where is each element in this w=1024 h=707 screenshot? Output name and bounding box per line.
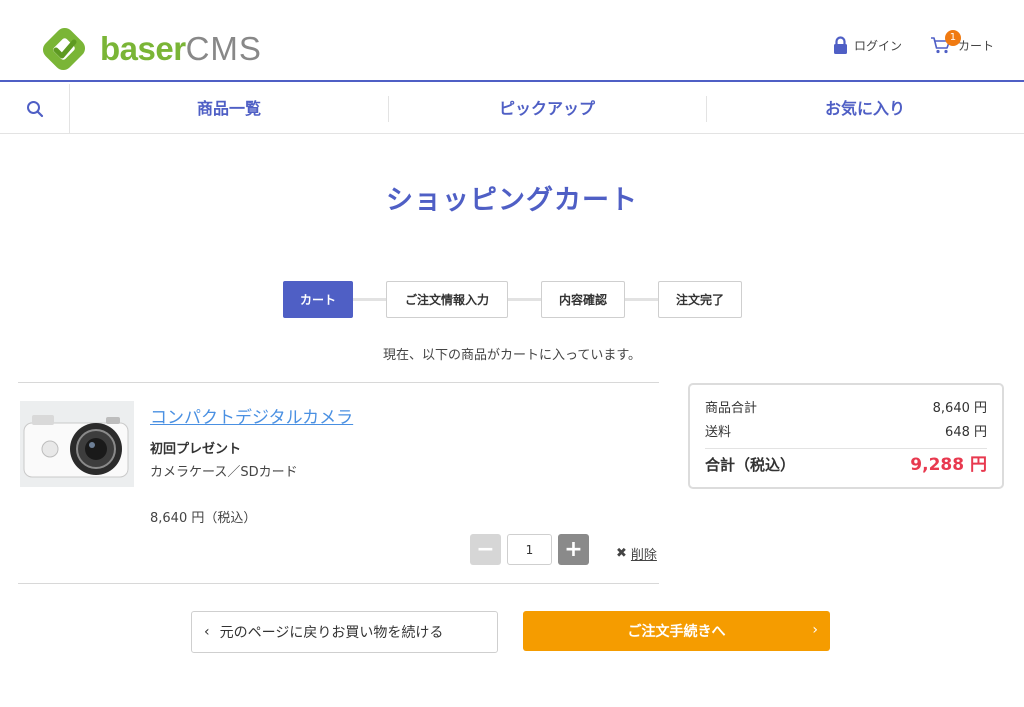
- step-connector: [508, 298, 541, 301]
- total-value: 9,288 円: [910, 455, 987, 475]
- page-title: ショッピングカート: [386, 185, 638, 216]
- product-option-value: カメラケース／SDカード: [150, 465, 298, 480]
- summary-row-shipping: 送料 648 円: [705, 421, 987, 445]
- step-complete: 注文完了: [658, 281, 742, 318]
- logo-word-a: baser: [100, 30, 186, 67]
- product-option-title: 初回プレゼント: [150, 442, 242, 457]
- quantity-stepper: − +: [470, 534, 589, 565]
- product-name-link[interactable]: コンパクトデジタルカメラ: [150, 403, 353, 428]
- plus-icon: +: [564, 537, 583, 562]
- subtotal-label: 商品合計: [705, 401, 758, 416]
- summary-row-subtotal: 商品合計 8,640 円: [705, 397, 987, 421]
- cart-item-list: コンパクトデジタルカメラ 初回プレゼント カメラケース／SDカード 8,640 …: [18, 382, 659, 584]
- lock-icon: [833, 36, 847, 54]
- header-links: ログイン 1 カート: [805, 30, 994, 54]
- chevron-right-icon: ›: [812, 622, 818, 638]
- order-summary: 商品合計 8,640 円 送料 648 円 合計（税込） 9,288 円: [688, 383, 1004, 489]
- product-price: 8,640 円（税込）: [150, 511, 257, 526]
- step-connector: [625, 298, 658, 301]
- nav-item-pickup[interactable]: ピックアップ: [388, 95, 706, 122]
- quantity-decrease-button[interactable]: −: [470, 534, 501, 565]
- continue-shopping-label: 元のページに戻りお買い物を続ける: [219, 625, 444, 641]
- search-button[interactable]: [0, 84, 70, 134]
- step-confirm: 内容確認: [541, 281, 625, 318]
- proceed-checkout-button[interactable]: ご注文手続きへ ›: [523, 611, 830, 651]
- shipping-value: 648 円: [945, 425, 987, 440]
- nav-item-products[interactable]: 商品一覧: [70, 96, 388, 122]
- subtotal-value: 8,640 円: [932, 401, 987, 416]
- nav-items: 商品一覧 ピックアップ お気に入り: [70, 84, 1024, 133]
- proceed-checkout-label: ご注文手続きへ: [627, 624, 726, 640]
- camera-image-icon: [20, 401, 134, 487]
- site-logo[interactable]: baserCMS: [38, 26, 262, 72]
- cart-intro-text: 現在、以下の商品がカートに入っています。: [382, 348, 642, 363]
- cart-link[interactable]: 1 カート: [930, 30, 994, 54]
- delete-label: 削除: [630, 548, 657, 563]
- summary-row-total: 合計（税込） 9,288 円: [705, 448, 987, 480]
- product-image[interactable]: [20, 401, 134, 487]
- logo-mark-icon: [42, 27, 86, 71]
- minus-icon: −: [476, 537, 495, 562]
- cart-count-badge: 1: [944, 30, 961, 46]
- chevron-left-icon: ‹: [204, 624, 210, 640]
- close-icon: ✖: [616, 546, 627, 561]
- logo-word-b: CMS: [185, 30, 262, 67]
- step-order-info: ご注文情報入力: [386, 281, 508, 318]
- checkout-steps: カート ご注文情報入力 内容確認 注文完了: [283, 281, 742, 318]
- continue-shopping-button[interactable]: ‹ 元のページに戻りお買い物を続ける: [191, 611, 498, 653]
- quantity-input[interactable]: [507, 534, 552, 565]
- cart-label: カート: [957, 38, 994, 53]
- quantity-increase-button[interactable]: +: [558, 534, 589, 565]
- step-cart: カート: [283, 281, 353, 318]
- global-nav: 商品一覧 ピックアップ お気に入り: [0, 84, 1024, 134]
- site-header: baserCMS ログイン 1 カート: [0, 0, 1024, 82]
- delete-item-button[interactable]: ✖ 削除: [616, 544, 657, 563]
- login-link[interactable]: ログイン: [833, 36, 902, 54]
- search-icon: [26, 101, 43, 118]
- shipping-label: 送料: [705, 425, 732, 440]
- total-label: 合計（税込）: [705, 456, 796, 474]
- nav-item-favorites[interactable]: お気に入り: [706, 95, 1024, 122]
- step-connector: [353, 298, 386, 301]
- logo-text: baserCMS: [100, 29, 262, 69]
- login-label: ログイン: [853, 38, 902, 53]
